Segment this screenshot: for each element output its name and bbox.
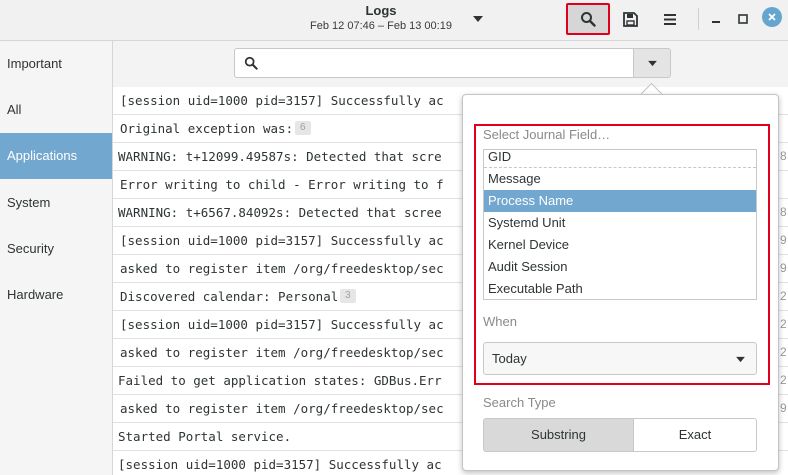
log-message: [session uid=1000 pid=3157] Successfully… [118,457,442,472]
sidebar-item-label: Applications [7,148,78,163]
sidebar-item-label: All [7,102,22,117]
field-item-label: Audit Session [488,259,568,274]
maximize-icon [738,14,748,24]
close-icon [768,13,776,21]
log-message: asked to register item /org/freedesktop/… [120,401,444,416]
search-toggle-button[interactable] [566,3,610,35]
log-message: asked to register item /org/freedesktop/… [120,345,444,360]
count-badge: 6 [295,121,311,135]
sidebar-item-all[interactable]: All [0,87,112,133]
log-message: Error writing to child - Error writing t… [120,177,444,192]
chevron-down-icon [647,60,657,66]
close-button[interactable] [762,7,782,27]
field-item-label: GID [488,149,512,164]
chevron-down-icon [473,16,483,22]
field-item-label: Executable Path [488,281,583,296]
log-message: asked to register item /org/freedesktop/… [120,261,444,276]
field-item-label: Systemd Unit [488,215,566,230]
log-row-time-fragment: 8 [780,149,787,163]
date-range-button[interactable] [462,3,494,35]
log-row-time-fragment: 2 [780,345,787,359]
log-message: Discovered calendar: Personal [120,289,339,304]
when-label: When [483,314,517,329]
log-message: [session uid=1000 pid=3157] Successfully… [120,317,444,332]
log-row-time-fragment: 9 [780,261,787,275]
header-bar: Logs Feb 12 07:46 – Feb 13 00:19 [0,0,788,41]
field-item-systemd-unit[interactable]: Systemd Unit [484,212,756,234]
sidebar: Important All Applications System Securi… [0,41,113,475]
journal-field-label: Select Journal Field… [483,127,611,142]
search-type-label-text: Substring [531,427,586,442]
log-message: [session uid=1000 pid=3157] Successfully… [120,93,444,108]
title-block: Logs Feb 12 07:46 – Feb 13 00:19 [300,3,462,34]
sidebar-item-applications[interactable]: Applications [0,133,112,179]
sidebar-item-label: Important [7,56,62,71]
field-item-label: Kernel Device [488,237,569,252]
sidebar-item-security[interactable]: Security [0,226,112,272]
maximize-button[interactable] [732,8,754,30]
log-message: WARNING: t+6567.84092s: Detected that sc… [118,205,442,220]
field-item-label: Process Name [488,193,574,208]
log-message: Started Portal service. [118,429,292,444]
header-separator [698,8,699,30]
save-icon [622,11,638,27]
window-title: Logs [365,3,397,18]
sidebar-item-label: System [7,195,51,210]
field-item-message[interactable]: Message [484,168,756,190]
search-type-exact-button[interactable]: Exact [633,418,757,452]
search-entry[interactable] [234,48,634,78]
log-row-time-fragment: 2 [780,317,787,331]
log-row-time-fragment: 8 [780,205,787,219]
field-item-process-name[interactable]: Process Name [484,190,756,212]
field-item-audit-session[interactable]: Audit Session [484,256,756,278]
search-icon [244,56,258,70]
date-range-subtitle: Feb 12 07:46 – Feb 13 00:19 [310,20,452,32]
sidebar-item-label: Hardware [7,287,64,302]
count-badge: 3 [340,289,356,303]
field-item-kernel-device[interactable]: Kernel Device [484,234,756,256]
logs-window: Logs Feb 12 07:46 – Feb 13 00:19 Importa… [0,0,788,475]
field-item-gid[interactable]: GID [484,149,756,168]
log-row-time-fragment: 9 [780,401,787,415]
sidebar-item-system[interactable]: System [0,180,112,226]
search-icon [581,12,596,27]
search-type-substring-button[interactable]: Substring [483,418,634,452]
search-type-label-text: Exact [678,427,712,442]
log-message: WARNING: t+12099.49587s: Detected that s… [118,149,442,164]
journal-field-list[interactable]: GID Message Process Name Systemd Unit Ke… [483,149,757,300]
search-input[interactable] [265,54,629,74]
log-message: Original exception was: [120,121,294,136]
hamburger-menu-icon [664,13,676,25]
when-dropdown[interactable]: Today [483,342,757,375]
log-row-time-fragment: 2 [780,289,787,303]
minimize-icon [712,21,720,23]
log-message: [session uid=1000 pid=3157] Successfully… [120,233,444,248]
sidebar-item-hardware[interactable]: Hardware [0,272,112,318]
main-menu-button[interactable] [648,3,692,35]
chevron-down-icon [736,356,745,363]
search-type-label: Search Type [483,395,556,410]
save-button[interactable] [608,3,652,35]
sidebar-item-label: Security [7,241,54,256]
minimize-button[interactable] [705,8,727,30]
field-item-label: Message [488,171,541,186]
field-item-executable-path[interactable]: Executable Path [484,278,756,299]
log-row-time-fragment: 9 [780,233,787,247]
search-bar [113,41,788,88]
log-row-time-fragment: 2 [780,373,787,387]
when-value: Today [492,351,527,366]
sidebar-item-important[interactable]: Important [0,41,112,87]
search-options-dropdown-button[interactable] [634,48,671,78]
log-message: Failed to get application states: GDBus.… [118,373,442,388]
